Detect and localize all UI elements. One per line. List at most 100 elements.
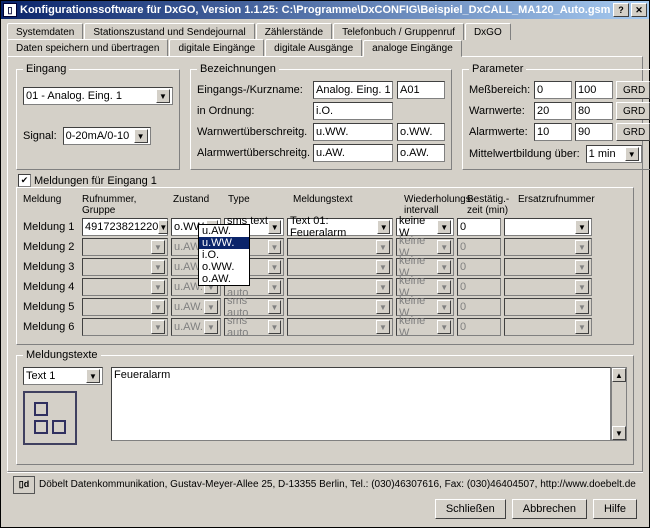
grd-button-3[interactable]: GRD bbox=[616, 123, 650, 141]
text-field bbox=[457, 258, 501, 276]
combo: keine W▼ bbox=[396, 258, 454, 276]
tab[interactable]: Systemdaten bbox=[7, 23, 83, 40]
row-label: Meldung 2 bbox=[23, 241, 79, 253]
text-field bbox=[457, 238, 501, 256]
combo: ▼ bbox=[82, 238, 168, 256]
tab-row-2: Daten speichern und übertragendigitale E… bbox=[7, 39, 643, 56]
combo[interactable]: 491723821220▼ bbox=[82, 218, 168, 236]
column-header: Rufnummer, Gruppe bbox=[82, 194, 170, 216]
grd-button-2[interactable]: GRD bbox=[616, 102, 650, 120]
cancel-button[interactable]: Abbrechen bbox=[512, 499, 587, 519]
tab-panel-analoge-eingaenge: Eingang 01 - Analog. Eing. 1▼ Signal: 0-… bbox=[7, 56, 643, 472]
mess-min-field[interactable] bbox=[534, 81, 572, 99]
bottom-buttons: Schließen Abbrechen Hilfe bbox=[7, 496, 643, 523]
combo[interactable]: keine W▼ bbox=[396, 218, 454, 236]
app-icon: ▯ bbox=[3, 3, 17, 17]
warn-u-field[interactable] bbox=[313, 123, 393, 141]
dropdown-option[interactable]: u.WW. bbox=[199, 237, 249, 249]
tab[interactable]: Daten speichern und übertragen bbox=[7, 39, 168, 56]
chevron-down-icon: ▼ bbox=[86, 369, 100, 383]
chevron-down-icon: ▼ bbox=[134, 129, 148, 143]
combo: ▼ bbox=[287, 258, 393, 276]
row-label: Meldung 4 bbox=[23, 281, 79, 293]
meldungen-rows: Meldung 1491723821220▼o.WW.▼sms text I▼T… bbox=[23, 218, 627, 336]
alarm-u-field[interactable] bbox=[313, 144, 393, 162]
tab[interactable]: analoge Eingänge bbox=[363, 40, 462, 57]
meldungen-checkbox[interactable]: ✔ bbox=[18, 174, 31, 187]
alarm-o-field[interactable] bbox=[397, 144, 445, 162]
combo: u.AW.▼ bbox=[171, 318, 221, 336]
dropdown-option[interactable]: o.WW. bbox=[199, 261, 249, 273]
grd-button-1[interactable]: GRD bbox=[616, 81, 650, 99]
row-label: Meldung 5 bbox=[23, 301, 79, 313]
combo: ▼ bbox=[504, 238, 592, 256]
meldungen-checkbox-row: ✔ Meldungen für Eingang 1 bbox=[18, 174, 636, 187]
group-meldungstexte: Meldungstexte Text 1▼ ▲ ▼ bbox=[16, 349, 634, 465]
scroll-down-icon[interactable]: ▼ bbox=[612, 426, 626, 440]
warn-o-field[interactable] bbox=[397, 123, 445, 141]
tab[interactable]: Telefonbuch / Gruppenruf bbox=[333, 23, 464, 40]
text-field bbox=[457, 278, 501, 296]
scroll-up-icon[interactable]: ▲ bbox=[612, 368, 626, 382]
warn-min-field[interactable] bbox=[534, 102, 572, 120]
signal-select[interactable]: 0-20mA/0-10▼ bbox=[63, 127, 151, 145]
signal-label: Signal: bbox=[23, 130, 57, 142]
column-header: Meldungstext bbox=[293, 194, 401, 216]
dropdown-option[interactable]: o.AW. bbox=[199, 273, 249, 285]
tab[interactable]: Stationszustand und Sendejournal bbox=[84, 23, 254, 40]
textarea-scrollbar[interactable]: ▲ ▼ bbox=[611, 367, 627, 441]
combo[interactable]: Text 01: Feueralarm▼ bbox=[287, 218, 393, 236]
close-icon[interactable]: ✕ bbox=[631, 3, 647, 17]
meldungen-header: MeldungRufnummer, GruppeZustandTypeMeldu… bbox=[23, 194, 627, 216]
combo: ▼ bbox=[504, 278, 592, 296]
group-eingang: Eingang 01 - Analog. Eing. 1▼ Signal: 0-… bbox=[16, 63, 180, 170]
mess-max-field[interactable] bbox=[575, 81, 613, 99]
kurzname-short-field[interactable] bbox=[397, 81, 445, 99]
combo[interactable]: ▼ bbox=[504, 218, 592, 236]
row-label: Meldung 1 bbox=[23, 221, 79, 233]
window-title: Konfigurationssoftware für DxGO, Version… bbox=[20, 4, 613, 16]
help-button[interactable]: Hilfe bbox=[593, 499, 637, 519]
meldung-row: Meldung 3▼u.AW.▼sms auto▼▼keine W▼▼ bbox=[23, 258, 627, 276]
group-bezeichnungen: Bezeichnungen Eingangs-/Kurzname: in Ord… bbox=[190, 63, 452, 170]
warn-max-field[interactable] bbox=[575, 102, 613, 120]
meldungstext-field[interactable] bbox=[111, 367, 611, 441]
group-meldungen: MeldungRufnummer, GruppeZustandTypeMeldu… bbox=[16, 187, 634, 345]
zustand-dropdown-list[interactable]: u.AW.u.WW.i.O.o.WW.o.AW. bbox=[198, 224, 250, 286]
combo: keine W▼ bbox=[396, 318, 454, 336]
column-header: Ersatzrufnummer bbox=[518, 194, 608, 216]
column-header: Zustand bbox=[173, 194, 225, 216]
column-header: Meldung bbox=[23, 194, 79, 216]
combo: ▼ bbox=[82, 258, 168, 276]
tab[interactable]: DxGO bbox=[465, 23, 511, 40]
io-field[interactable] bbox=[313, 102, 393, 120]
meldung-row: Meldung 2▼u.AW.▼sms auto▼▼keine W▼▼ bbox=[23, 238, 627, 256]
group-param-legend: Parameter bbox=[469, 63, 526, 75]
tab[interactable]: digitale Ausgänge bbox=[265, 39, 362, 56]
combo: keine W▼ bbox=[396, 278, 454, 296]
combo: ▼ bbox=[287, 318, 393, 336]
combo: ▼ bbox=[82, 278, 168, 296]
dropdown-option[interactable]: u.AW. bbox=[199, 225, 249, 237]
main-window: ▯ Konfigurationssoftware für DxGO, Versi… bbox=[0, 0, 650, 528]
combo: sms auto▼ bbox=[224, 318, 284, 336]
tab[interactable]: digitale Eingänge bbox=[169, 39, 264, 56]
dropdown-option[interactable]: i.O. bbox=[199, 249, 249, 261]
channel-select[interactable]: 01 - Analog. Eing. 1▼ bbox=[23, 87, 173, 105]
chevron-down-icon: ▼ bbox=[625, 147, 639, 161]
close-button[interactable]: Schließen bbox=[435, 499, 506, 519]
combo: ▼ bbox=[504, 298, 592, 316]
text-field[interactable] bbox=[457, 218, 501, 236]
combo: ▼ bbox=[287, 298, 393, 316]
alarm-min-field[interactable] bbox=[534, 123, 572, 141]
text-field bbox=[457, 298, 501, 316]
text-selector[interactable]: Text 1▼ bbox=[23, 367, 103, 385]
alarm-max-field[interactable] bbox=[575, 123, 613, 141]
combo: ▼ bbox=[82, 298, 168, 316]
column-header: Bestätig.- zeit (min) bbox=[467, 194, 515, 216]
kurzname-field[interactable] bbox=[313, 81, 393, 99]
mittelwert-select[interactable]: 1 min▼ bbox=[586, 145, 642, 163]
help-button-icon[interactable]: ? bbox=[613, 3, 629, 17]
group-parameter: Parameter Meßbereich: GRD Warnwerte: GRD… bbox=[462, 63, 650, 170]
tab[interactable]: Zählerstände bbox=[256, 23, 332, 40]
